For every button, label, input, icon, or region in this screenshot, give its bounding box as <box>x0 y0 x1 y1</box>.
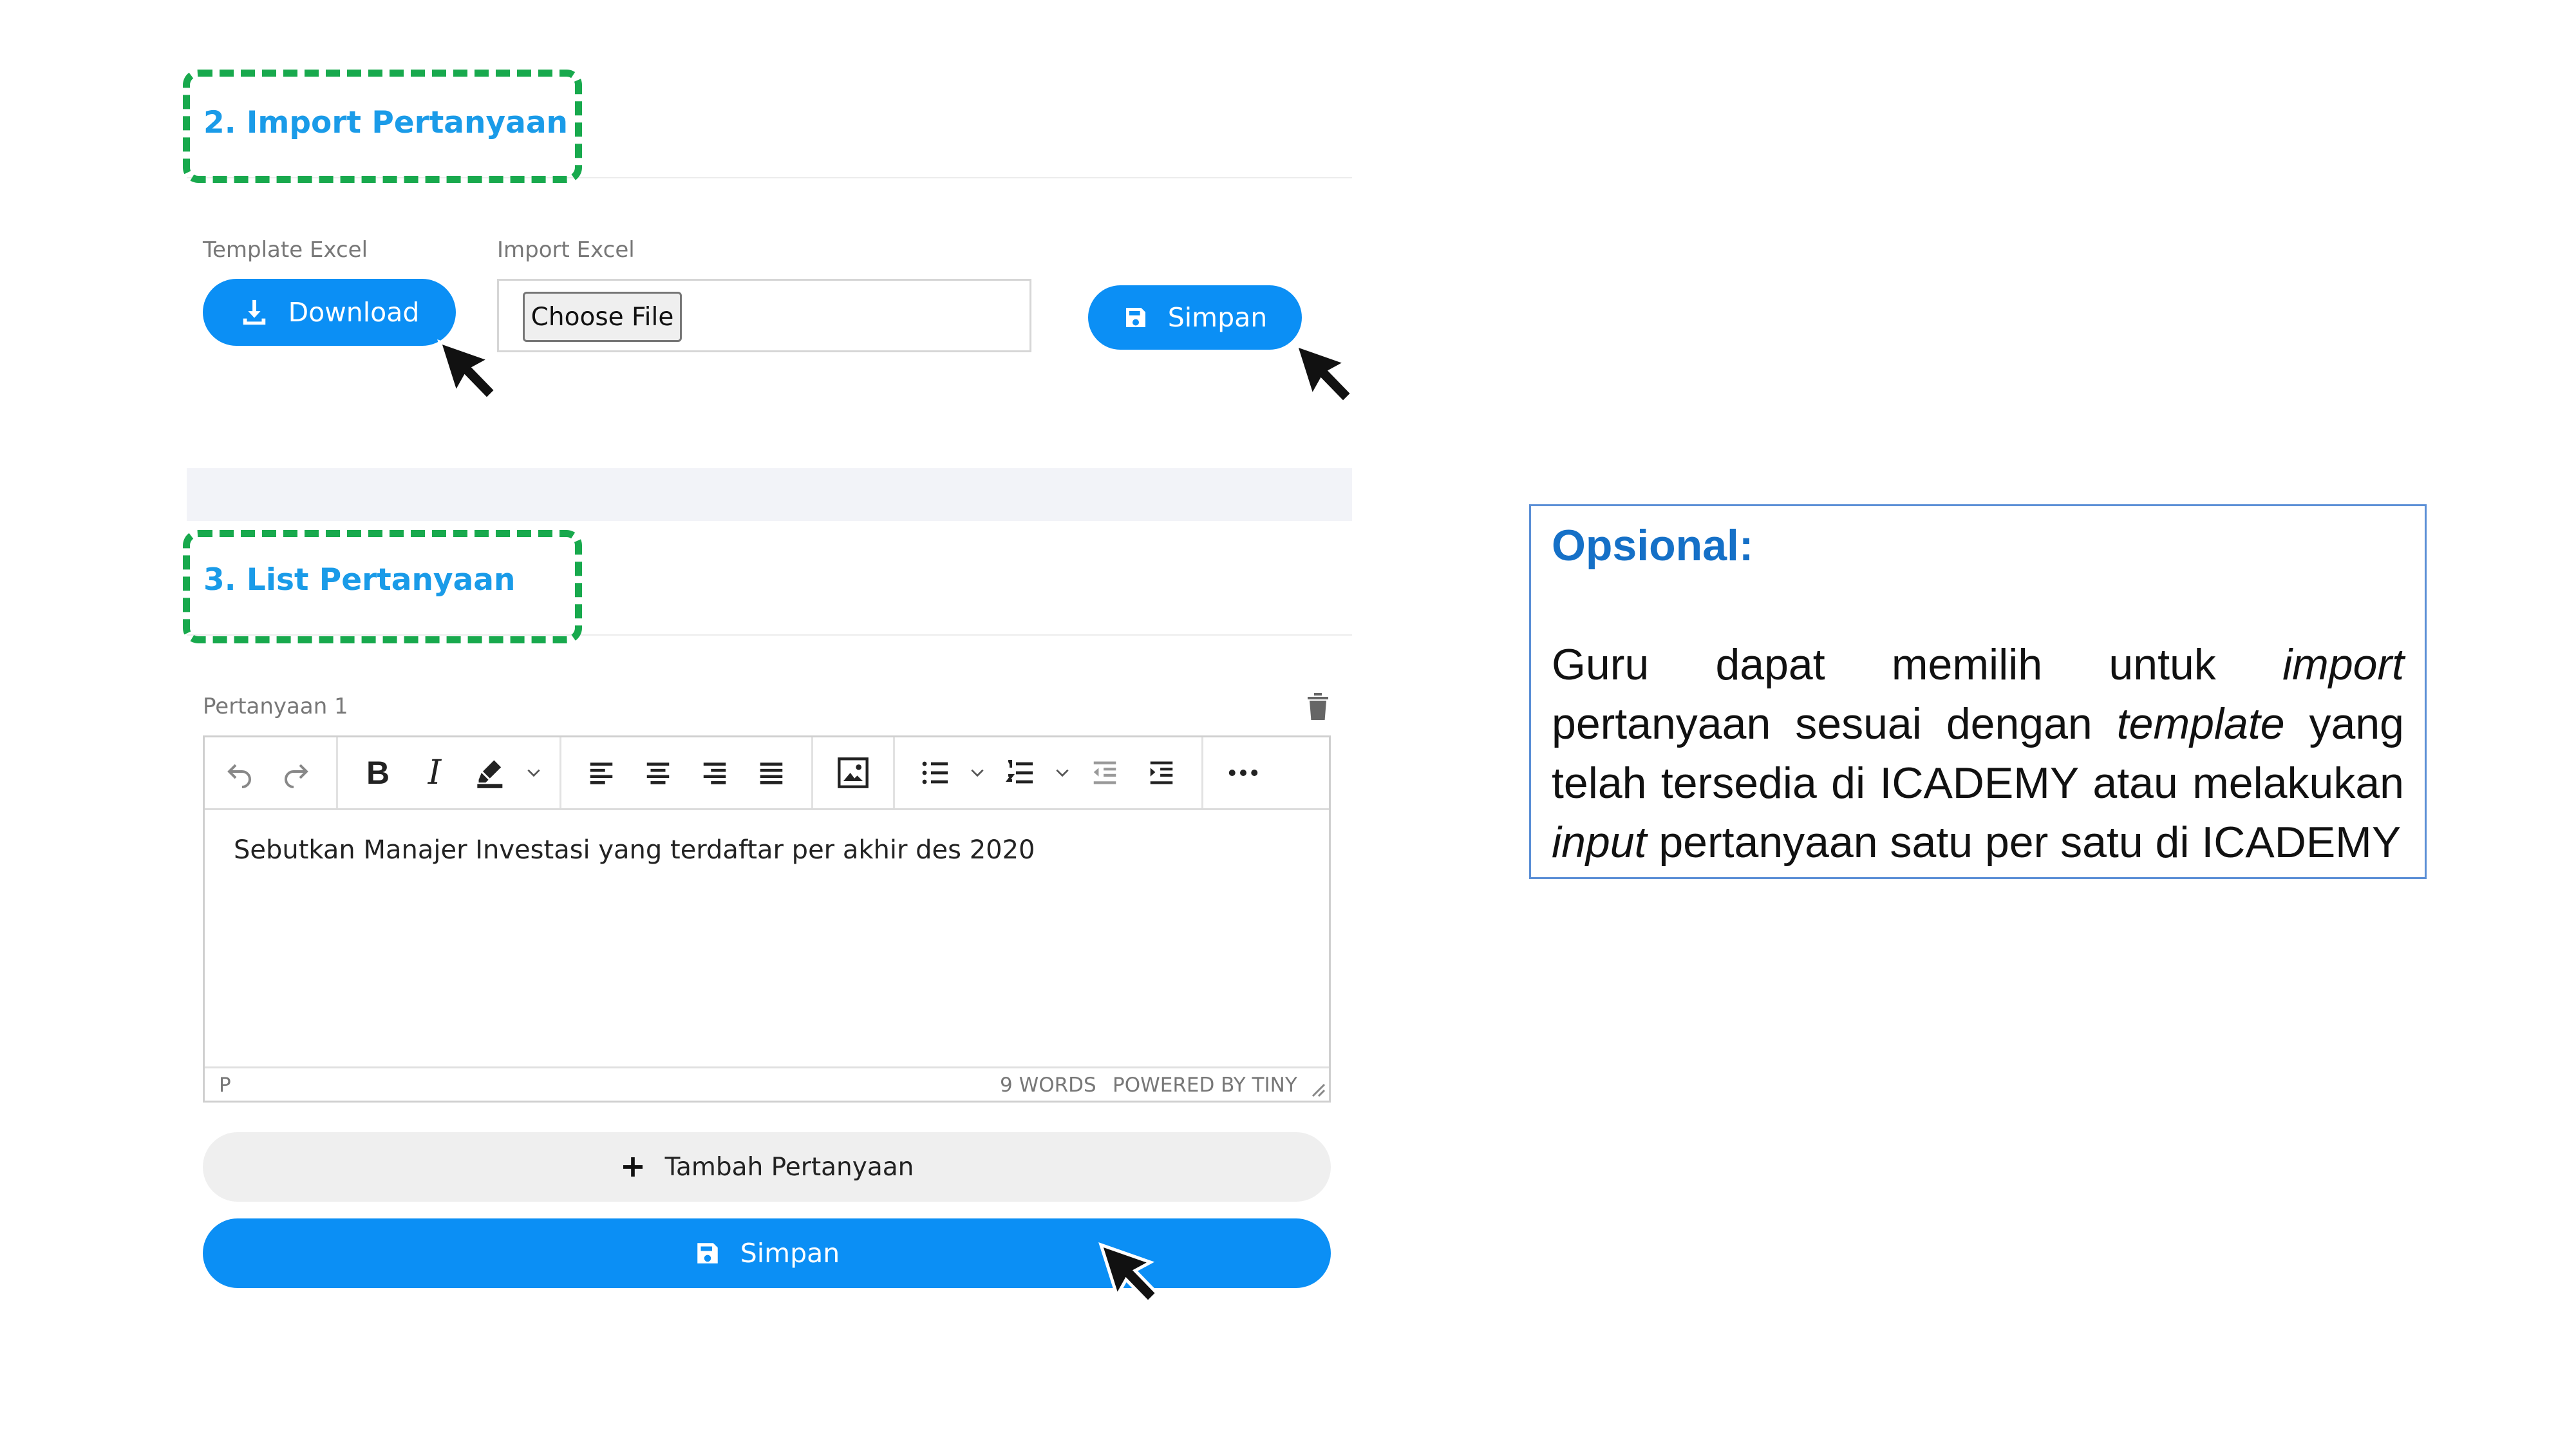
note-text-emphasis: input <box>1552 818 1647 867</box>
toolbar-group-format: B I <box>338 737 561 808</box>
image-icon[interactable] <box>825 737 881 808</box>
editor-toolbar: B I <box>205 737 1329 810</box>
import-save-label: Simpan <box>1167 302 1268 333</box>
align-left-icon[interactable] <box>573 737 630 808</box>
choose-file-button[interactable]: Choose File <box>523 292 682 342</box>
template-excel-label: Template Excel <box>203 237 368 263</box>
add-question-button[interactable]: Tambah Pertanyaan <box>203 1132 1331 1202</box>
plus-icon <box>623 1157 643 1177</box>
redo-icon[interactable] <box>268 737 324 808</box>
powered-by-tiny[interactable]: POWERED BY TINY <box>1113 1074 1297 1097</box>
download-button-label: Download <box>288 297 420 328</box>
bold-icon[interactable]: B <box>350 737 406 808</box>
note-text-part: pertanyaan sesuai dengan <box>1552 699 2117 748</box>
cursor-arrow-icon <box>437 339 498 402</box>
outdent-icon[interactable] <box>1076 737 1133 808</box>
more-icon[interactable] <box>1215 737 1272 808</box>
note-title: Opsional: <box>1552 521 1754 570</box>
note-text: Guru dapat memilih untuk import pertanya… <box>1552 635 2404 872</box>
highlight-icon[interactable] <box>463 737 520 808</box>
undo-icon[interactable] <box>211 737 268 808</box>
download-icon <box>243 299 265 325</box>
note-text-emphasis: template <box>2116 699 2285 748</box>
download-button[interactable]: Download <box>203 279 456 346</box>
resize-handle-icon[interactable] <box>1307 1079 1326 1098</box>
cursor-arrow-icon <box>1098 1242 1160 1305</box>
editor-statusbar: P 9 WORDS POWERED BY TINY <box>205 1066 1329 1101</box>
align-right-icon[interactable] <box>686 737 743 808</box>
section-separator <box>187 468 1352 521</box>
toolbar-group-align <box>561 737 813 808</box>
cursor-arrow-icon <box>1293 342 1355 405</box>
note-text-emphasis: import <box>2282 640 2404 689</box>
align-justify-icon[interactable] <box>743 737 800 808</box>
editor-content[interactable]: Sebutkan Manajer Investasi yang terdafta… <box>234 835 1035 865</box>
import-excel-label: Import Excel <box>497 237 635 263</box>
bullet-list-icon[interactable] <box>907 737 963 808</box>
align-center-icon[interactable] <box>630 737 686 808</box>
word-count: 9 WORDS <box>1000 1074 1096 1097</box>
note-text-part: Guru dapat memilih untuk <box>1552 640 2283 689</box>
save-icon <box>1125 308 1145 327</box>
toolbar-group-lists <box>895 737 1203 808</box>
toolbar-group-history <box>205 737 338 808</box>
toolbar-group-more <box>1203 737 1283 808</box>
chevron-down-icon[interactable] <box>520 737 548 808</box>
save-icon <box>697 1243 718 1264</box>
import-save-button[interactable]: Simpan <box>1088 285 1302 350</box>
trash-icon[interactable] <box>1305 692 1331 721</box>
question-rich-text-editor[interactable]: B I Sebutkan Manajer Investasi yang terd… <box>203 735 1331 1103</box>
optional-note-box: Opsional: Guru dapat memilih untuk impor… <box>1529 504 2427 879</box>
import-excel-file-input[interactable]: Choose File <box>497 279 1031 352</box>
list-save-label: Simpan <box>740 1238 840 1269</box>
italic-icon[interactable]: I <box>406 737 463 808</box>
toolbar-group-media <box>813 737 895 808</box>
import-section-title: 2. Import Pertanyaan <box>203 105 568 140</box>
note-text-part: pertanyaan satu per satu di ICADEMY <box>1646 818 2402 867</box>
numbered-list-icon[interactable] <box>992 737 1048 808</box>
add-question-label: Tambah Pertanyaan <box>664 1152 914 1182</box>
list-section-title: 3. List Pertanyaan <box>203 562 516 598</box>
question-label: Pertanyaan 1 <box>203 694 348 719</box>
chevron-down-icon[interactable] <box>1048 737 1076 808</box>
indent-icon[interactable] <box>1133 737 1190 808</box>
status-path: P <box>219 1074 231 1097</box>
chevron-down-icon[interactable] <box>963 737 992 808</box>
